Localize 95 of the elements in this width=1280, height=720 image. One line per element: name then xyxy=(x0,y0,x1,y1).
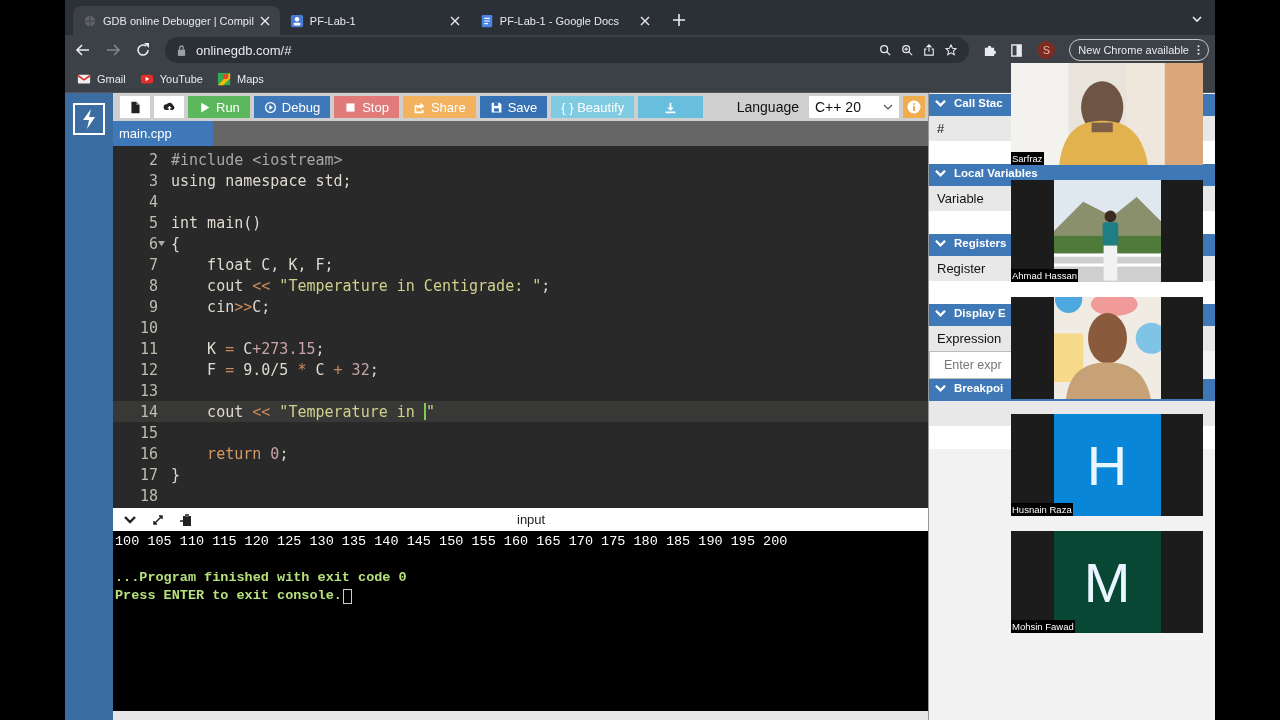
download-icon xyxy=(664,100,678,114)
address-bar[interactable]: onlinegdb.com/# xyxy=(165,37,970,63)
language-select[interactable]: C++ 20 xyxy=(809,96,899,118)
close-icon[interactable] xyxy=(259,15,270,26)
stop-icon xyxy=(344,100,358,114)
console-cursor xyxy=(342,588,352,604)
browser-tab[interactable]: GDB online Debugger | Compil xyxy=(73,6,280,35)
participant-name: Husnain Raza xyxy=(1011,503,1073,516)
code-line: using namespace std; xyxy=(171,171,352,190)
code-line: cout << "Temperature in " xyxy=(206,402,435,421)
share-icon xyxy=(412,100,426,114)
share-icon[interactable] xyxy=(923,44,936,56)
panel-header[interactable]: Breakpoi xyxy=(954,382,1004,394)
line-number: 11 xyxy=(138,339,158,358)
code-line: { xyxy=(171,234,181,253)
code-line: #include <iostream> xyxy=(171,150,343,169)
new-file-button[interactable] xyxy=(120,96,150,118)
line-number: 2 xyxy=(147,150,158,169)
line-number: 7 xyxy=(147,255,158,274)
line-number: 10 xyxy=(138,318,158,337)
code-line: F = 9.0/5 * C + 32; xyxy=(206,360,379,379)
globe-icon xyxy=(83,13,97,28)
code-line: int main() xyxy=(171,213,262,232)
console-line: 100 105 110 115 120 125 130 135 140 145 150 155 160 165 170 175 180 185 190 195 200 xyxy=(115,533,788,551)
code-line: float C, K, F; xyxy=(206,255,334,274)
line-number: 17 xyxy=(138,465,158,484)
panel-header[interactable]: Local Variables xyxy=(954,167,1038,179)
panel-header[interactable]: Call Stac xyxy=(954,97,1003,109)
line-number: 9 xyxy=(147,297,158,316)
document-icon xyxy=(128,100,142,114)
reload-icon[interactable] xyxy=(135,42,151,58)
code-line: } xyxy=(171,465,181,484)
participant-name: Ahmad Hassan xyxy=(1011,269,1078,282)
star-icon[interactable] xyxy=(945,44,958,56)
code-line: cout << "Temperature in Centigrade: "; xyxy=(206,276,551,295)
browser-tab[interactable]: PF-Lab-1 - Google Docs xyxy=(469,6,660,35)
console-line: Press ENTER to exit console. xyxy=(115,587,342,605)
play-icon xyxy=(198,100,211,114)
browser-tab[interactable]: PF-Lab-1 xyxy=(279,6,470,35)
more-icon xyxy=(1197,44,1200,56)
search-icon[interactable] xyxy=(879,44,892,56)
fold-arrow-icon[interactable] xyxy=(158,240,165,247)
expand-icon[interactable] xyxy=(151,512,165,527)
new-tab-icon[interactable] xyxy=(671,13,686,27)
debug-button[interactable]: Debug xyxy=(253,96,331,118)
stop-button[interactable]: Stop xyxy=(334,96,399,118)
map-pin-icon xyxy=(216,71,231,86)
puzzle-icon[interactable] xyxy=(983,43,997,57)
line-number: 18 xyxy=(138,486,158,505)
line-number: 6 xyxy=(147,234,158,253)
close-icon[interactable] xyxy=(449,15,460,26)
bookmark[interactable]: Gmail xyxy=(77,71,126,86)
panel-header[interactable]: Display E xyxy=(954,307,1006,319)
text-cursor xyxy=(423,403,426,420)
console-title: input xyxy=(517,512,546,527)
panel-header[interactable]: Registers xyxy=(954,237,1007,249)
document-icon xyxy=(479,13,494,28)
line-number: 3 xyxy=(147,171,158,190)
lock-icon xyxy=(177,44,186,56)
expression-field[interactable]: Enter expr xyxy=(929,351,1011,379)
back-icon[interactable] xyxy=(75,42,91,58)
bookmark[interactable]: YouTube xyxy=(139,71,203,86)
upload-button[interactable] xyxy=(154,96,184,118)
line-number: 13 xyxy=(138,381,158,400)
clipboard-icon[interactable] xyxy=(179,512,193,527)
caret-icon xyxy=(883,102,893,112)
console[interactable]: 100 105 110 115 120 125 130 135 140 145 150 155 160 165 170 175 180 185 190 195 200 ...Program finished with exit code 0 Press ENTER to exit console. xyxy=(113,531,928,711)
side-panel-icon[interactable] xyxy=(1010,43,1024,57)
code-line: K = C+273.15; xyxy=(206,339,325,358)
participant-name: Mohsin Fawad xyxy=(1011,620,1075,633)
line-number: 16 xyxy=(138,444,158,463)
line-number: 14 xyxy=(138,402,158,421)
lightning-logo-icon[interactable] xyxy=(73,103,105,135)
person-icon xyxy=(289,13,304,28)
participant-name: Sarfraz xyxy=(1011,152,1044,165)
url-text: onlinegdb.com/# xyxy=(196,42,293,58)
forward-icon[interactable] xyxy=(105,42,121,58)
close-icon[interactable] xyxy=(639,15,650,26)
bookmark[interactable]: Maps xyxy=(216,71,264,86)
language-label: Language xyxy=(736,99,800,115)
line-number: 4 xyxy=(147,192,158,211)
line-number: 5 xyxy=(147,213,158,232)
info-icon xyxy=(907,100,921,114)
zoom-in-icon[interactable] xyxy=(901,44,914,56)
line-number: 12 xyxy=(138,360,158,379)
save-button[interactable]: Save xyxy=(479,96,548,118)
code-line: return 0; xyxy=(206,444,289,463)
console-line: ...Program finished with exit code 0 xyxy=(115,569,407,587)
profile-avatar[interactable]: S xyxy=(1037,41,1056,59)
code-line: cin>>C; xyxy=(206,297,271,316)
play-circle-icon xyxy=(263,100,277,114)
file-tab[interactable]: main.cpp xyxy=(113,121,213,146)
line-number: 15 xyxy=(138,423,158,442)
line-number: 8 xyxy=(147,276,158,295)
chevron-down-icon[interactable] xyxy=(1191,13,1203,25)
